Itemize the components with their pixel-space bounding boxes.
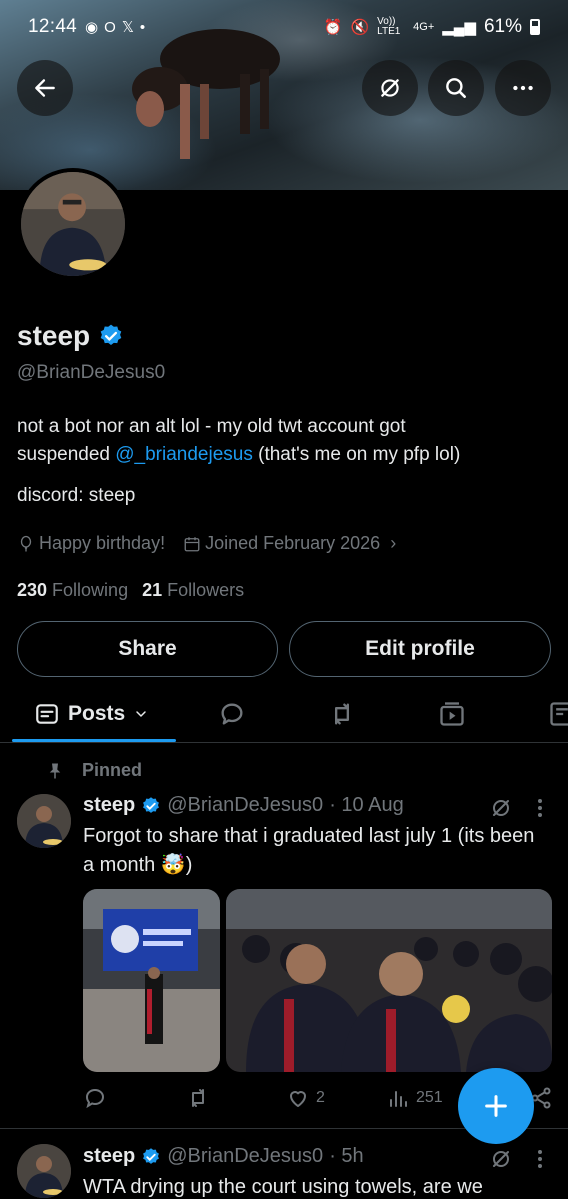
tab-reposts[interactable] [328, 687, 356, 741]
profile-meta: Happy birthday! Joined February 2026 › [17, 533, 396, 554]
x-logo-icon: 𝕏 [121, 19, 134, 36]
post-avatar[interactable] [17, 1144, 71, 1198]
reply-bubble-icon [221, 703, 243, 725]
profile-banner[interactable]: 12:44 ◉ O 𝕏 • ⏰ 🔇 Vo)) LTE1 4G+ ▂▄▆ 61% [0, 0, 568, 190]
follow-stats: 230 Following 21 Followers [17, 580, 244, 601]
mute-icon: 🔇 [350, 19, 370, 36]
status-time: 12:44 [28, 16, 78, 37]
bio-mention-link[interactable]: @_briandejesus [115, 444, 253, 465]
signal-icon: ▂▄▆ [442, 19, 476, 36]
verified-badge-icon [143, 1147, 160, 1164]
more-vertical-icon[interactable] [530, 1147, 550, 1171]
bio-discord: discord: steep [17, 485, 136, 506]
back-button[interactable] [17, 60, 73, 116]
graduation-crowd-photo [226, 889, 552, 1072]
bio-line-1: not a bot nor an alt lol - my old twt ac… [17, 416, 406, 437]
post-author-handle[interactable]: @BrianDeJesus0 [167, 1145, 323, 1168]
posts-tab-icon [36, 704, 58, 724]
post-image-1[interactable] [83, 889, 220, 1072]
tabs-divider [0, 742, 568, 743]
balloon-icon [20, 535, 32, 551]
joined-item[interactable]: Joined February 2026 › [183, 533, 396, 554]
more-horizontal-icon [513, 85, 533, 91]
repost-icon [335, 703, 349, 725]
search-button[interactable] [428, 60, 484, 116]
graduation-banner-photo [83, 889, 220, 1072]
profile-avatar[interactable] [17, 168, 129, 280]
pin-icon [49, 763, 61, 778]
post-image-2[interactable] [226, 889, 552, 1072]
media-tab-icon [440, 702, 464, 726]
birthday-item: Happy birthday! [17, 533, 165, 554]
post-avatar-photo [17, 794, 71, 848]
like-button[interactable]: 2 [286, 1086, 325, 1110]
battery-icon [530, 19, 540, 35]
calendar-icon [184, 536, 200, 551]
profile-name: steep [17, 320, 91, 351]
profile-name-row: steep [17, 320, 124, 352]
post-author-name[interactable]: steep [83, 1145, 135, 1168]
verified-badge-icon [143, 796, 160, 813]
chevron-right-icon: › [390, 533, 397, 553]
post-time: · 10 Aug [329, 794, 404, 816]
post-header: steep @BrianDeJesus0 · 5h [83, 1145, 364, 1168]
arrow-left-icon [35, 79, 55, 97]
post-author-name[interactable]: steep [83, 794, 135, 817]
search-icon [446, 78, 466, 98]
views-button[interactable]: 251 [386, 1086, 443, 1110]
network-label: 4G+ [413, 21, 435, 33]
like-count: 2 [316, 1089, 325, 1106]
post-author-handle[interactable]: @BrianDeJesus0 [167, 794, 323, 817]
volte-label: Vo)) LTE1 [377, 16, 401, 37]
grok-icon[interactable] [489, 796, 513, 820]
avatar-photo [21, 172, 125, 276]
views-count: 251 [416, 1089, 443, 1106]
bio-line-2: suspended @_briandejesus (that's me on m… [17, 444, 461, 465]
views-chart-icon [390, 1091, 407, 1107]
tab-posts-label: Posts [68, 702, 126, 725]
profile-tabs: Posts [0, 687, 568, 743]
tab-replies[interactable] [218, 687, 246, 741]
post-header: steep @BrianDeJesus0 · 10 Aug [83, 794, 404, 817]
tab-posts[interactable]: Posts [34, 687, 149, 741]
battery-percent: 61% [483, 16, 522, 37]
tab-articles[interactable] [548, 687, 568, 741]
more-options-button[interactable] [495, 60, 551, 116]
plus-icon [485, 1095, 507, 1117]
more-vertical-icon[interactable] [530, 796, 550, 820]
messenger-icon: ◉ [85, 19, 99, 36]
share-button[interactable]: Share [17, 621, 278, 677]
reply-button[interactable] [83, 1086, 107, 1110]
grok-button[interactable] [362, 60, 418, 116]
article-tab-icon [550, 702, 568, 726]
grok-icon[interactable] [489, 1147, 513, 1171]
chevron-down-icon [136, 711, 146, 718]
post-time: · 5h [329, 1145, 364, 1167]
reply-icon [85, 1088, 105, 1109]
post-text: Forgot to share that i graduated last ju… [83, 825, 535, 876]
dot-icon: • [139, 18, 146, 36]
alarm-icon: ⏰ [323, 19, 343, 36]
post-avatar[interactable] [17, 794, 71, 848]
verified-badge-icon[interactable] [98, 323, 124, 349]
heart-icon [290, 1091, 306, 1107]
followers-link[interactable]: 21 Followers [142, 580, 244, 601]
profile-bio: not a bot nor an alt lol - my old twt ac… [17, 413, 547, 469]
compose-post-button[interactable] [458, 1068, 534, 1144]
pinned-label: Pinned [46, 760, 142, 781]
repost-button[interactable] [186, 1086, 210, 1110]
grok-icon [381, 79, 399, 97]
opera-icon: O [104, 18, 116, 36]
joined-text: Joined February 2026 [205, 533, 381, 553]
status-bar: 12:44 ◉ O 𝕏 • ⏰ 🔇 Vo)) LTE1 4G+ ▂▄▆ 61% [0, 0, 568, 54]
post-text: WTA drying up the court using towels, ar… [83, 1176, 483, 1198]
following-link[interactable]: 230 Following [17, 580, 128, 601]
edit-profile-button[interactable]: Edit profile [289, 621, 551, 677]
tab-media[interactable] [438, 687, 466, 741]
repost-icon [192, 1089, 204, 1107]
birthday-text: Happy birthday! [39, 533, 166, 553]
post-avatar-photo [17, 1144, 71, 1198]
profile-handle: @BrianDeJesus0 [17, 362, 166, 383]
